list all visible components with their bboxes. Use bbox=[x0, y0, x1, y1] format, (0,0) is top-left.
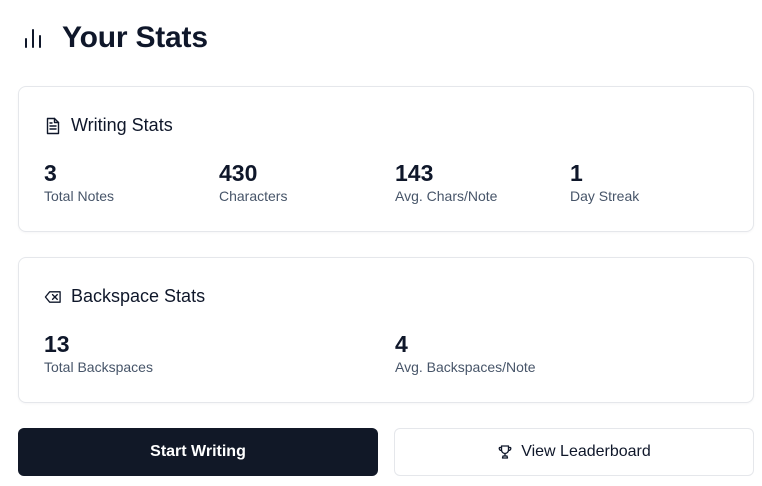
start-writing-label: Start Writing bbox=[150, 443, 246, 460]
stat-day-streak: 1 Day Streak bbox=[570, 159, 639, 204]
stat-value: 4 bbox=[395, 331, 408, 357]
writing-stats-heading: Writing Stats bbox=[44, 115, 173, 136]
stat-value: 1 bbox=[570, 160, 583, 186]
writing-stats-card: Writing Stats 3 Total Notes 430 Characte… bbox=[18, 86, 754, 232]
stat-avg-backspaces: 4 Avg. Backspaces/Note bbox=[395, 330, 536, 375]
page-title: Your Stats bbox=[62, 21, 208, 54]
page-header: Your Stats bbox=[22, 18, 208, 58]
document-icon bbox=[44, 117, 62, 135]
trophy-icon bbox=[497, 444, 513, 460]
stat-value: 430 bbox=[219, 160, 258, 186]
stat-total-backspaces: 13 Total Backspaces bbox=[44, 330, 153, 375]
stat-label: Day Streak bbox=[570, 188, 640, 204]
stat-label: Characters bbox=[219, 188, 288, 204]
stat-label: Avg. Chars/Note bbox=[395, 188, 498, 204]
stat-value: 143 bbox=[395, 160, 434, 186]
view-leaderboard-label: View Leaderboard bbox=[521, 443, 651, 460]
backspace-stats-title: Backspace Stats bbox=[71, 286, 206, 306]
stat-avg-chars: 143 Avg. Chars/Note bbox=[395, 159, 497, 204]
view-leaderboard-button[interactable]: View Leaderboard bbox=[394, 428, 754, 476]
stat-label: Total Backspaces bbox=[44, 359, 153, 375]
writing-stats-title: Writing Stats bbox=[71, 115, 173, 135]
stats-page: Your Stats Writing Stats 3 Total Notes 4… bbox=[0, 0, 762, 486]
backspace-icon bbox=[44, 288, 62, 306]
stat-value: 13 bbox=[44, 331, 70, 357]
stat-label: Avg. Backspaces/Note bbox=[395, 359, 536, 375]
bar-chart-icon bbox=[22, 26, 46, 50]
stat-total-notes: 3 Total Notes bbox=[44, 159, 114, 204]
backspace-stats-card: Backspace Stats 13 Total Backspaces 4 Av… bbox=[18, 257, 754, 403]
start-writing-button[interactable]: Start Writing bbox=[18, 428, 378, 476]
stat-value: 3 bbox=[44, 160, 57, 186]
stat-label: Total Notes bbox=[44, 188, 115, 204]
stat-characters: 430 Characters bbox=[219, 159, 287, 204]
backspace-stats-heading: Backspace Stats bbox=[44, 286, 205, 307]
